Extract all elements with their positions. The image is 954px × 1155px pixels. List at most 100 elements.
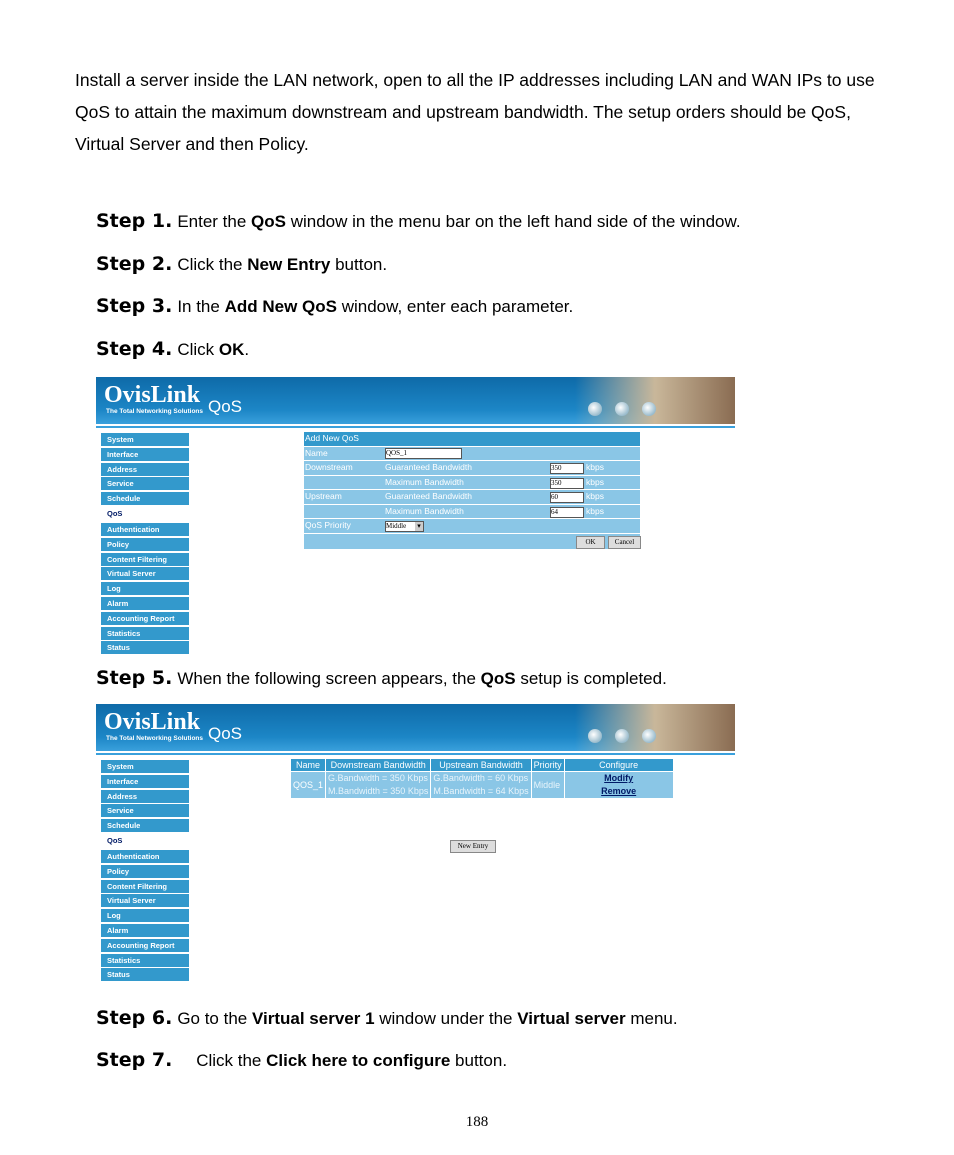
upstream-maximum-input[interactable]: 64	[550, 506, 584, 518]
step-text: window, enter each parameter.	[336, 297, 574, 316]
downstream-maximum-input[interactable]: 350	[550, 477, 584, 489]
maximum-label: Maximum Bandwidth	[385, 476, 464, 487]
sidebar-item-service[interactable]: Service	[101, 804, 189, 818]
page-number: 188	[465, 1114, 489, 1130]
sidebar-item-statistics[interactable]: Statistics	[101, 626, 189, 640]
step-text: Virtual server 1	[251, 1009, 375, 1028]
step-text: window under the	[374, 1009, 518, 1028]
chevron-down-icon: ▾	[415, 522, 423, 531]
sidebar-item-alarm[interactable]: Alarm	[101, 596, 189, 610]
new-entry-button[interactable]: New Entry	[450, 840, 496, 853]
sidebar-item-authentication[interactable]: Authentication	[101, 522, 189, 536]
sidebar-item-interface[interactable]: Interface	[101, 774, 189, 788]
unit-label: kbps	[586, 462, 604, 472]
step-label: Step 6.	[96, 1007, 173, 1029]
banner: OvisLink The Total Networking Solutions Qo…	[96, 377, 735, 424]
ovislink-logo: OvisLink	[104, 709, 201, 735]
banner-photo	[575, 377, 735, 424]
remove-link[interactable]: Remove	[601, 786, 636, 796]
sidebar-item-policy[interactable]: Policy	[101, 537, 189, 551]
sidebar-item-status[interactable]: Status	[101, 968, 189, 982]
name-label: Name	[305, 447, 328, 458]
step-text: Click the	[177, 255, 248, 274]
step-1: Step 1. Enter the QoS window in the menu …	[96, 210, 741, 232]
sidebar-item-authentication[interactable]: Authentication	[101, 849, 189, 863]
step-text: Virtual server	[517, 1009, 626, 1028]
sidebar-item-status[interactable]: Status	[101, 641, 189, 655]
add-new-qos-form: Add New QoS Name QOS_1 Downstream Guarante…	[304, 432, 641, 550]
upstream-label: Upstream	[305, 491, 342, 501]
logo-tagline: The Total Networking Solutions	[106, 408, 204, 415]
sidebar-item-log[interactable]: Log	[101, 582, 189, 596]
name-input[interactable]: QOS_1	[385, 447, 462, 459]
sidebar-item-schedule[interactable]: Schedule	[101, 819, 189, 833]
banner-divider	[96, 426, 735, 428]
sidebar-item-accounting-report[interactable]: Accounting Report	[101, 611, 189, 625]
qos-table: Name Downstream Bandwidth Upstream Bandwid…	[289, 758, 674, 799]
sidebar-item-policy[interactable]: Policy	[101, 864, 189, 878]
modify-link[interactable]: Modify	[604, 773, 633, 783]
globe-icon	[588, 402, 602, 416]
step-text: When the following screen appears, the	[177, 669, 481, 688]
page-title: QoS	[208, 724, 243, 743]
downstream-guaranteed-input[interactable]: 350	[550, 463, 584, 474]
page-title: QoS	[208, 397, 243, 416]
add-qos-screenshot: OvisLink The Total Networking Solutions Qo…	[96, 377, 735, 655]
sidebar-item-address[interactable]: Address	[101, 462, 189, 476]
unit-label: kbps	[586, 505, 604, 516]
step-text: Add New QoS	[224, 297, 337, 316]
step-label: Step 5.	[96, 667, 173, 689]
sidebar-item-content-filtering[interactable]: Content Filtering	[101, 879, 189, 893]
sidebar-item-schedule[interactable]: Schedule	[101, 492, 189, 506]
step-label: Step 1.	[96, 210, 173, 232]
sidebar-item-qos[interactable]: QoS	[101, 833, 189, 847]
logo-tagline: The Total Networking Solutions	[106, 735, 204, 742]
step-text: setup is completed.	[515, 669, 667, 688]
step-4: Step 4. Click OK.	[96, 338, 249, 360]
step-text: New Entry	[247, 255, 331, 274]
sidebar-item-statistics[interactable]: Statistics	[101, 953, 189, 967]
unit-label: kbps	[586, 491, 604, 501]
banner: OvisLink The Total Networking Solutions Qo…	[96, 704, 735, 751]
header-name: Name	[289, 758, 327, 772]
cell-configure: Modify Remove	[563, 771, 674, 799]
step-text: QoS	[480, 669, 516, 688]
sidebar-item-accounting-report[interactable]: Accounting Report	[101, 938, 189, 952]
up-m: M.Bandwidth = 64 Kbps	[433, 786, 529, 796]
step-text: button.	[330, 255, 388, 274]
step-label: Step 7.	[96, 1049, 173, 1071]
intro-paragraph: Install a server inside the LAN network,…	[75, 70, 875, 154]
sidebar-item-system[interactable]: System	[101, 433, 189, 446]
sidebar-item-alarm[interactable]: Alarm	[101, 923, 189, 937]
sidebar-item-virtual-server[interactable]: Virtual Server	[101, 894, 189, 908]
globe-icon	[588, 729, 602, 743]
sidebar-item-content-filtering[interactable]: Content Filtering	[101, 552, 189, 566]
sidebar-item-service[interactable]: Service	[101, 477, 189, 491]
step-text: QoS	[251, 212, 286, 231]
maximum-label: Maximum Bandwidth	[385, 505, 464, 516]
sidebar-item-virtual-server[interactable]: Virtual Server	[101, 567, 189, 581]
down-m: M.Bandwidth = 350 Kbps	[328, 786, 429, 796]
ok-button[interactable]: OK	[576, 535, 605, 549]
form-title: Add New QoS	[305, 433, 359, 443]
step-label: Step 4.	[96, 338, 173, 360]
downstream-label: Downstream	[305, 462, 353, 472]
upstream-guaranteed-input[interactable]: 60	[550, 492, 584, 503]
sidebar-item-qos[interactable]: QoS	[101, 506, 189, 520]
sidebar-menu: System Interface Address Service Schedule QoS…	[101, 433, 189, 656]
cell-downstream: G.Bandwidth = 350 Kbps M.Bandwidth = 350 …	[325, 771, 432, 799]
priority-select[interactable]: Middle ▾	[385, 521, 424, 532]
sidebar-item-system[interactable]: System	[101, 760, 189, 773]
sidebar-item-address[interactable]: Address	[101, 789, 189, 803]
cancel-button[interactable]: Cancel	[608, 535, 641, 549]
cell-upstream: G.Bandwidth = 60 Kbps M.Bandwidth = 64 Kb…	[430, 771, 532, 799]
globe-icon	[615, 729, 629, 743]
sidebar-item-interface[interactable]: Interface	[101, 447, 189, 461]
guaranteed-label: Guaranteed Bandwidth	[385, 462, 472, 472]
step-6: Step 6. Go to the Virtual server 1 window…	[96, 1007, 678, 1029]
step-3: Step 3. In the Add New QoS window, enter …	[96, 295, 573, 317]
document-page: Install a server inside the LAN network,…	[0, 0, 954, 1155]
step-text: Click the	[177, 1051, 267, 1070]
sidebar-item-log[interactable]: Log	[101, 909, 189, 923]
step-7: Step 7. Click the Click here to configur…	[96, 1049, 507, 1071]
